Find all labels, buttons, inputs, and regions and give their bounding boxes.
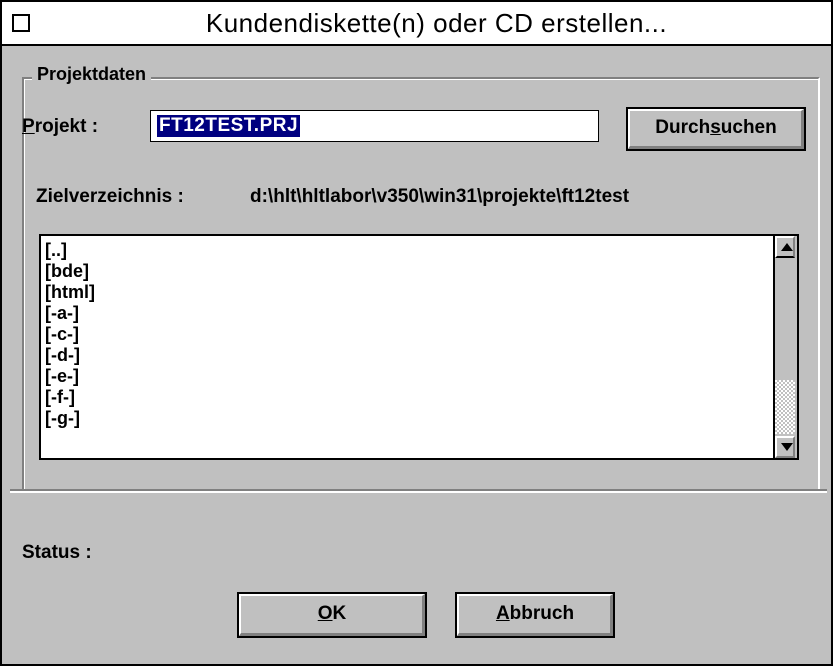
vertical-scrollbar[interactable] <box>773 236 797 458</box>
directory-list: [..] [bde] [html] [-a-] [-c-] [-d-] [-e-… <box>45 240 95 429</box>
scroll-thumb[interactable] <box>775 380 795 434</box>
cancel-button[interactable]: Abbruch <box>455 592 615 638</box>
zielverzeichnis-path: d:\hlt\hltlabor\v350\win31\projekte\ft12… <box>250 186 630 207</box>
ok-button[interactable]: OK <box>237 592 427 638</box>
list-item[interactable]: [-g-] <box>45 408 95 429</box>
window-title: Kundendiskette(n) oder CD erstellen... <box>205 8 668 38</box>
title-bar[interactable]: Kundendiskette(n) oder CD erstellen... <box>2 2 831 46</box>
status-label: Status : <box>22 542 92 563</box>
arrow-up-icon <box>781 243 793 251</box>
list-item[interactable]: [bde] <box>45 261 95 282</box>
list-item[interactable]: [-a-] <box>45 303 95 324</box>
list-item[interactable]: [-f-] <box>45 387 95 408</box>
list-item[interactable]: [..] <box>45 240 95 261</box>
group-title: Projektdaten <box>32 64 152 85</box>
scroll-up-button[interactable] <box>775 236 795 258</box>
projekt-input[interactable]: FT12TEST.PRJ <box>150 110 599 142</box>
projekt-label: Projekt : <box>22 116 99 137</box>
list-item[interactable]: [-d-] <box>45 345 95 366</box>
arrow-down-icon <box>781 443 793 451</box>
scroll-down-button[interactable] <box>775 436 795 458</box>
projekt-input-value: FT12TEST.PRJ <box>157 115 301 137</box>
list-item[interactable]: [-c-] <box>45 324 95 345</box>
system-menu-icon[interactable] <box>12 14 30 32</box>
scroll-track[interactable] <box>775 258 795 436</box>
dialog-window: Kundendiskette(n) oder CD erstellen... P… <box>0 0 833 666</box>
separator <box>10 489 827 493</box>
list-item[interactable]: [html] <box>45 282 95 303</box>
directory-listbox[interactable]: [..] [bde] [html] [-a-] [-c-] [-d-] [-e-… <box>39 234 799 460</box>
zielverzeichnis-label: Zielverzeichnis : <box>36 186 184 207</box>
list-item[interactable]: [-e-] <box>45 366 95 387</box>
browse-button[interactable]: Durchsuchen <box>626 107 806 151</box>
